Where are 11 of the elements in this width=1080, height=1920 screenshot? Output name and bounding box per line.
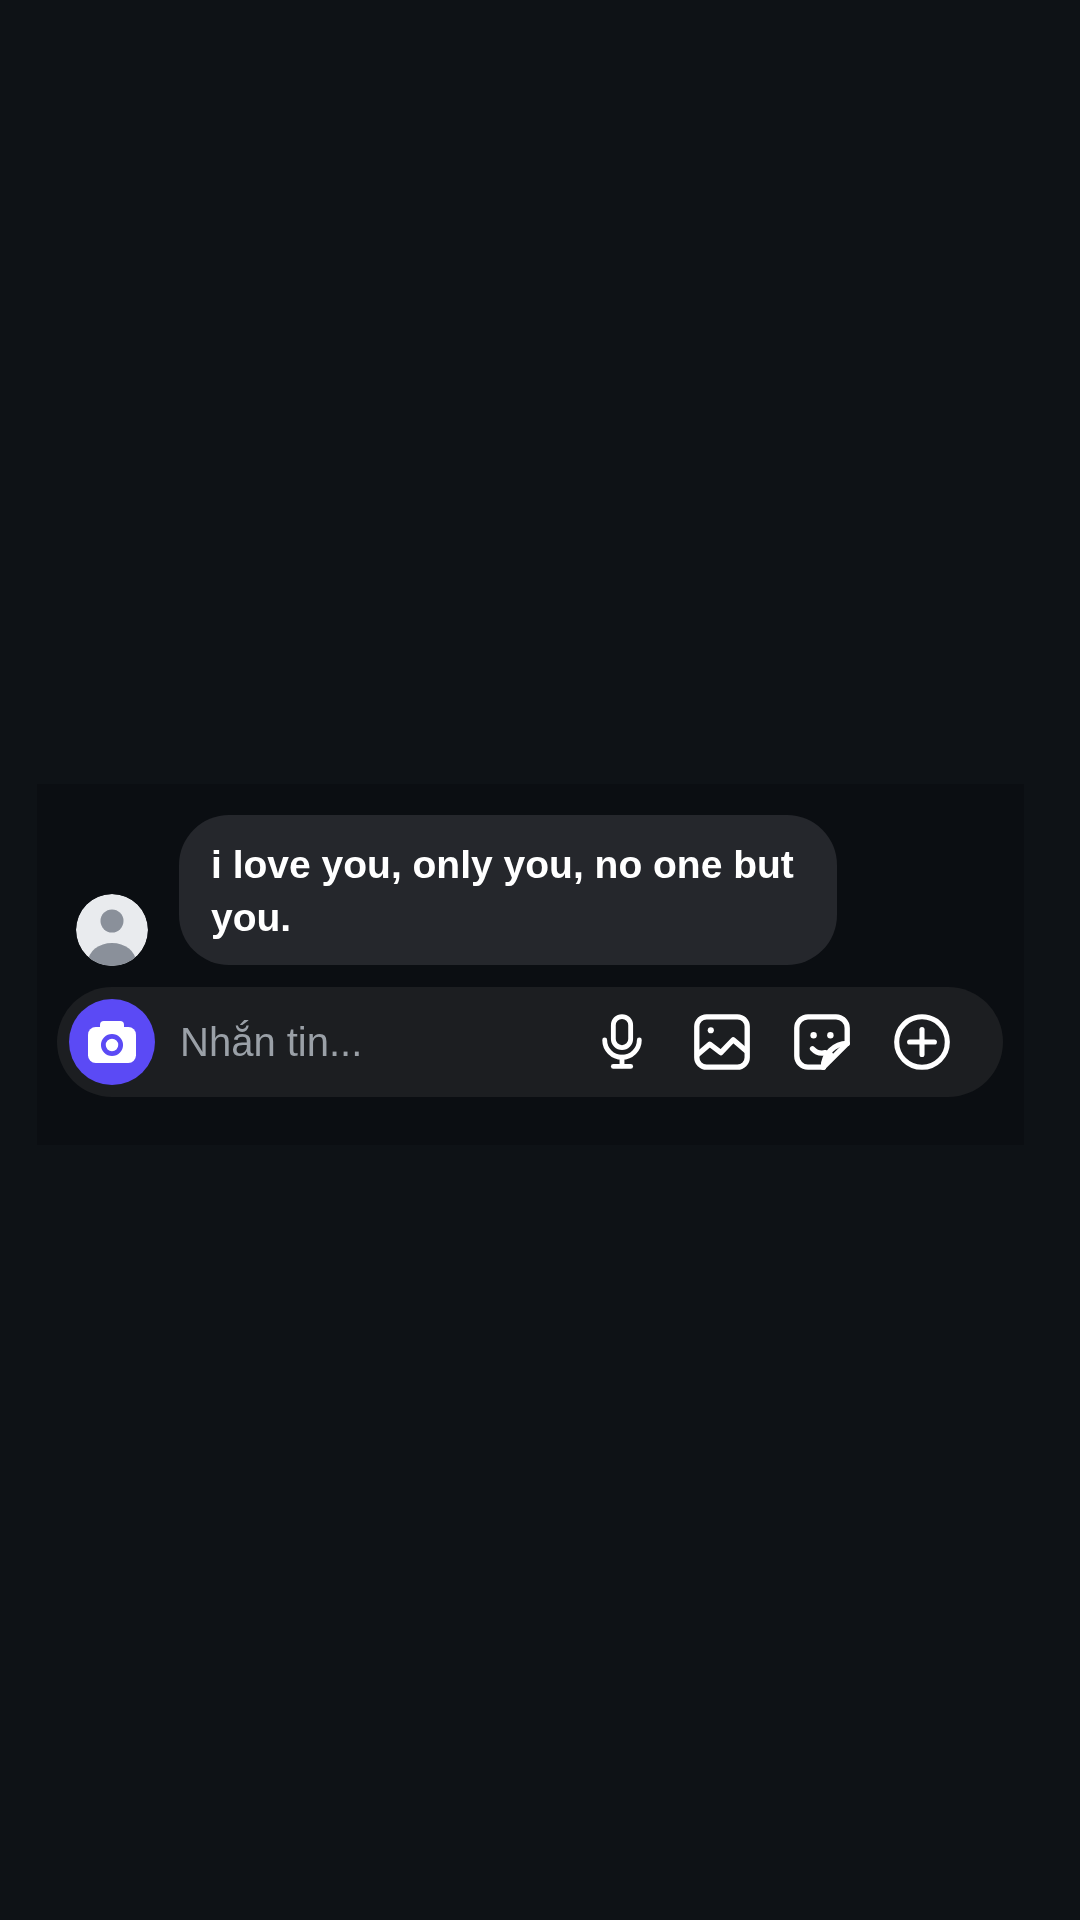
add-button[interactable]	[892, 1012, 952, 1072]
image-icon	[694, 1014, 750, 1070]
sticker-button[interactable]	[792, 1012, 852, 1072]
camera-button[interactable]	[69, 999, 155, 1085]
message-text: i love you, only you, no one but you.	[211, 842, 795, 941]
plus-circle-icon	[894, 1014, 950, 1070]
avatar-icon	[76, 894, 148, 966]
sticker-icon	[794, 1014, 850, 1070]
camera-icon	[88, 1021, 136, 1063]
image-button[interactable]	[692, 1012, 752, 1072]
message-input-field[interactable]: Nhắn tin...	[180, 1012, 572, 1072]
